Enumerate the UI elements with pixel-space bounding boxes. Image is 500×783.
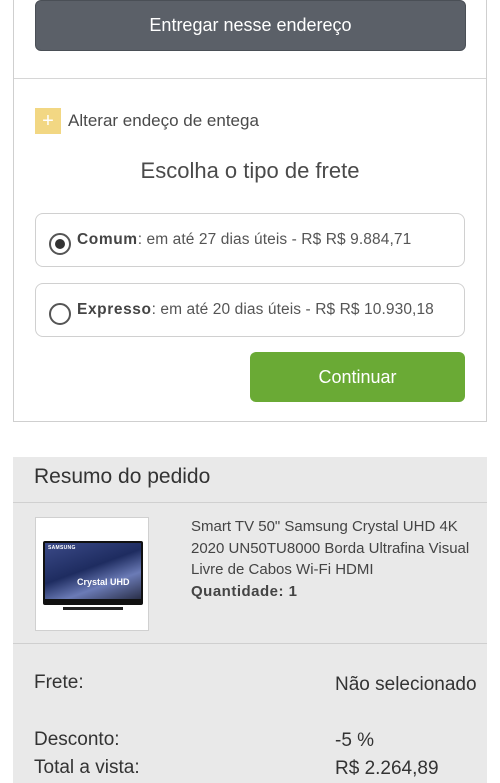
freight-label: Frete:: [34, 672, 84, 693]
tv-brand-logo: SAMSUNG: [48, 545, 76, 551]
change-address-label: Alterar endeço de entega: [68, 111, 259, 130]
order-summary: Resumo do pedido SAMSUNG Crystal UHD Sma…: [13, 457, 487, 783]
freight-option-text: Expresso: em até 20 dias úteis - R$ R$ 1…: [77, 301, 434, 319]
product-quantity: Quantidade: 1: [191, 582, 298, 600]
tv-image: SAMSUNG Crystal UHD: [43, 541, 143, 605]
product-description: Smart TV 50" Samsung Crystal UHD 4K 2020…: [191, 518, 470, 578]
divider: [13, 643, 487, 644]
freight-option-name: Comum: [77, 231, 138, 248]
freight-option-text: Comum: em até 27 dias úteis - R$ R$ 9.88…: [77, 231, 411, 249]
deliver-to-address-button[interactable]: Entregar nesse endereço: [35, 0, 466, 51]
discount-label: Desconto:: [34, 729, 120, 750]
divider: [13, 502, 487, 503]
change-address-link[interactable]: + Alterar endeço de entega: [35, 108, 259, 134]
product-image[interactable]: SAMSUNG Crystal UHD: [35, 517, 149, 631]
tv-stand: [63, 607, 123, 610]
cash-total-value: R$ 2.264,89: [335, 758, 439, 779]
crystal-uhd-logo: Crystal UHD: [77, 577, 130, 587]
freight-value: Não selecionado: [335, 674, 477, 695]
tv-screen: [45, 543, 141, 599]
product-info: Smart TV 50" Samsung Crystal UHD 4K 2020…: [191, 516, 471, 602]
freight-option-detail: : em até 27 dias úteis - R$ R$ 9.884,71: [137, 231, 412, 248]
freight-option-name: Expresso: [77, 301, 152, 318]
discount-value: -5 %: [335, 730, 375, 751]
freight-option-expresso[interactable]: Expresso: em até 20 dias úteis - R$ R$ 1…: [35, 283, 465, 337]
freight-option-comum[interactable]: Comum: em até 27 dias úteis - R$ R$ 9.88…: [35, 213, 465, 267]
divider: [14, 78, 486, 79]
address-freight-card: Entregar nesse endereço + Alterar endeço…: [13, 0, 487, 422]
cash-total-label: Total a vista:: [34, 757, 140, 778]
plus-icon: +: [35, 108, 61, 134]
radio-button-comum[interactable]: [49, 233, 71, 255]
radio-button-expresso[interactable]: [49, 303, 71, 325]
order-summary-title: Resumo do pedido: [34, 465, 211, 488]
freight-type-heading: Escolha o tipo de frete: [140, 158, 360, 183]
continue-button[interactable]: Continuar: [250, 352, 465, 402]
freight-option-detail: : em até 20 dias úteis - R$ R$ 10.930,18: [151, 301, 434, 318]
